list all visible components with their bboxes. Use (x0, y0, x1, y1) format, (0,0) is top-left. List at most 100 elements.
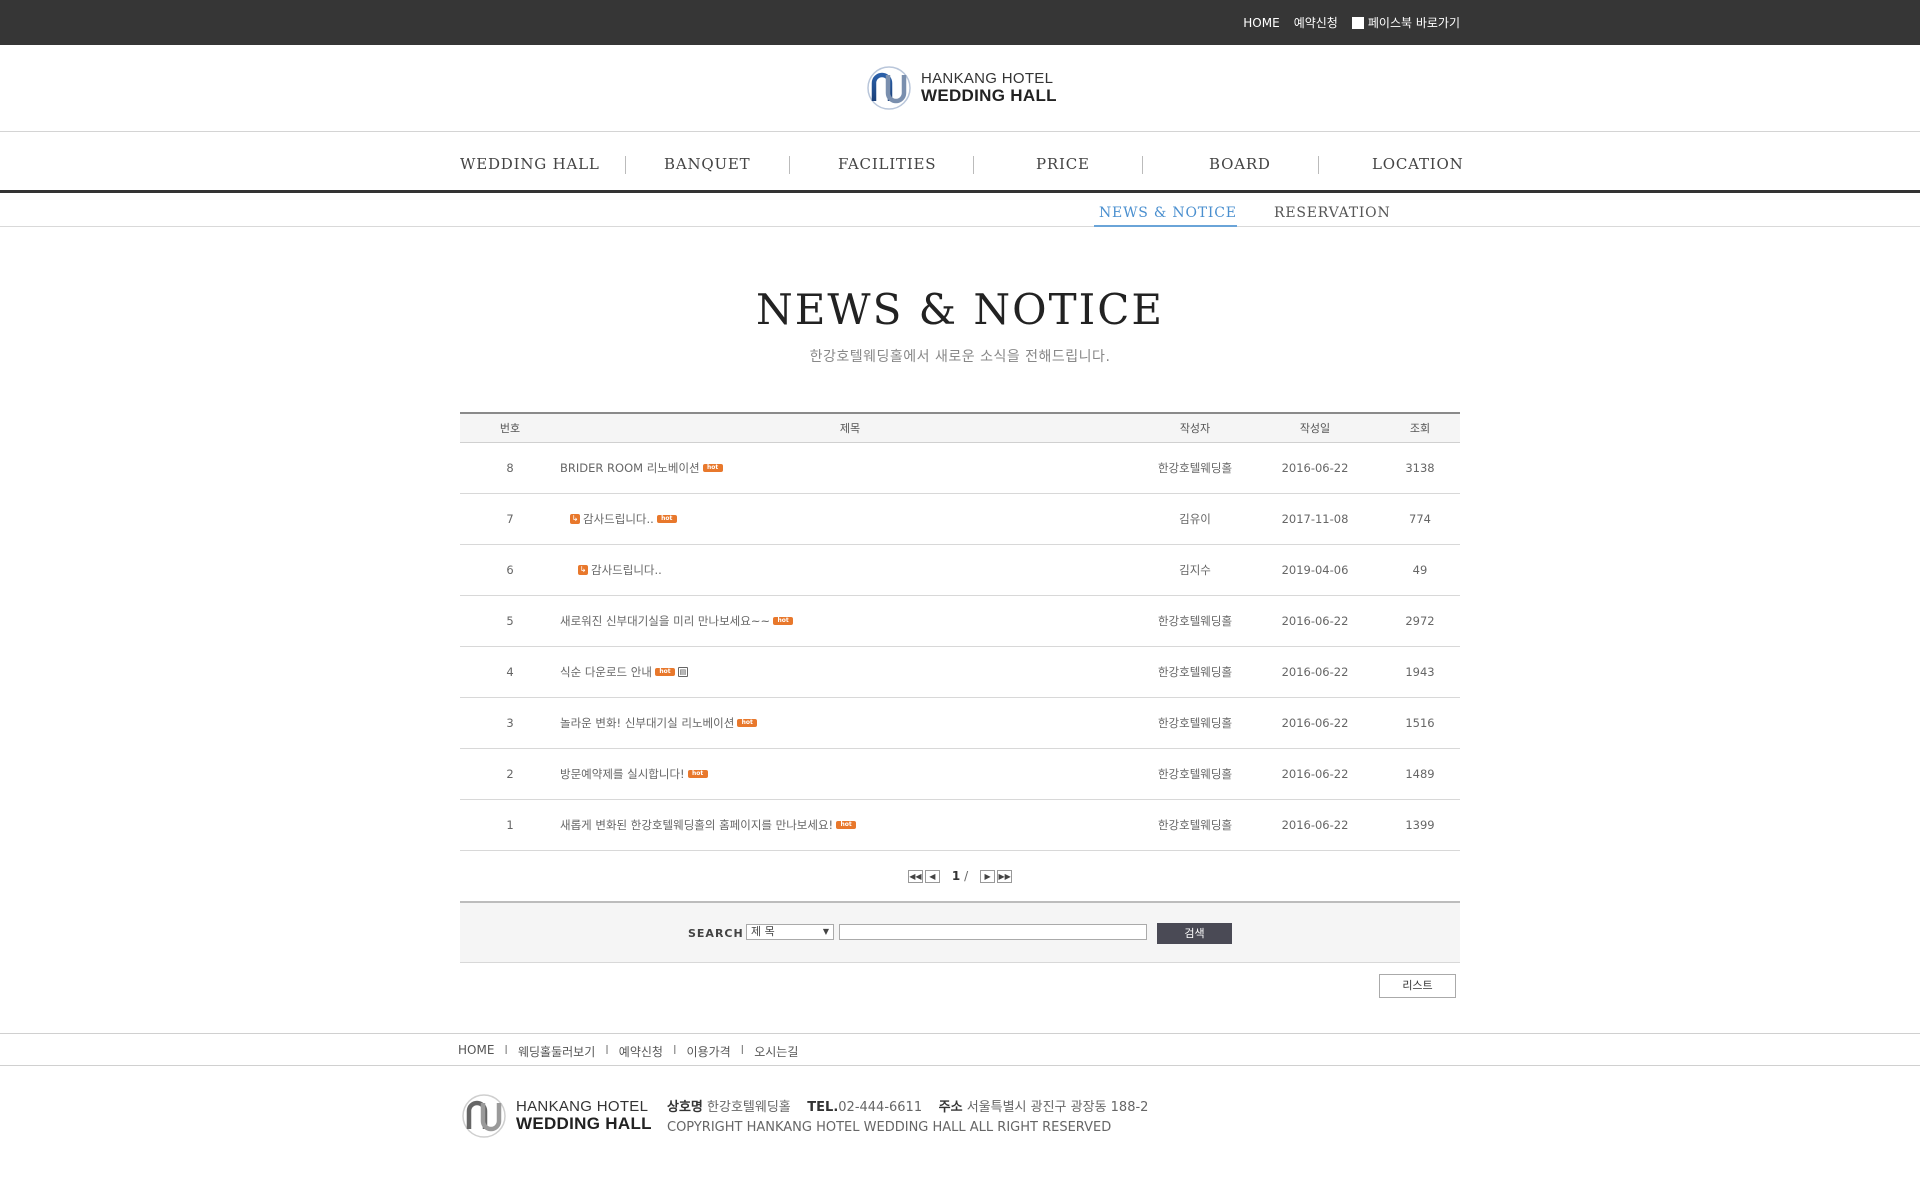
search-field-select[interactable]: 제 목 ▼ (746, 924, 834, 940)
top-home-link[interactable]: HOME (1243, 16, 1279, 30)
row-num: 5 (506, 614, 514, 628)
search-select-value: 제 목 (751, 925, 775, 938)
table-row: 6 ↳ 감사드립니다.. 김지수 2019-04-06 49 (460, 545, 1460, 596)
footer-addr: 서울특별시 광진구 광장동 188-2 (966, 1100, 1149, 1115)
search-input[interactable] (839, 924, 1147, 940)
header-title: 제목 (839, 422, 861, 435)
board-table: 번호 제목 작성자 작성일 조회 8 BRIDER ROOM 리노베이션 hot… (460, 412, 1460, 851)
row-views: 2972 (1405, 614, 1435, 628)
post-title-link[interactable]: BRIDER ROOM 리노베이션 (560, 460, 700, 476)
row-date: 2017-11-08 (1281, 512, 1349, 526)
current-page[interactable]: 1 (952, 869, 960, 883)
row-num: 8 (506, 461, 514, 475)
top-links: HOME 예약신청 f 페이스북 바로가기 (1243, 14, 1460, 31)
nav-divider (973, 156, 974, 174)
nav-board[interactable]: BOARD (1209, 155, 1271, 173)
subnav-reservation[interactable]: RESERVATION (1274, 205, 1391, 221)
facebook-icon: f (1351, 16, 1364, 29)
footer-home-link[interactable]: HOME (458, 1043, 494, 1060)
top-reservation-link[interactable]: 예약신청 (1294, 14, 1338, 31)
list-button[interactable]: 리스트 (1379, 974, 1456, 998)
header-author: 작성자 (1179, 422, 1211, 435)
last-page-icon[interactable]: ▶▶ (997, 869, 1013, 883)
logo-line1: HANKANG HOTEL (921, 70, 1054, 88)
row-num: 6 (506, 563, 514, 577)
chevron-down-icon: ▼ (822, 927, 829, 936)
nav-divider (789, 156, 790, 174)
nav-divider (1142, 156, 1143, 174)
footer-separator: I (740, 1043, 745, 1057)
logo-text: HANKANG HOTEL WEDDING HALL (921, 71, 1057, 105)
post-title-link[interactable]: 방문예약제를 실시합니다! (560, 766, 685, 782)
row-num: 4 (506, 665, 514, 679)
row-num: 2 (506, 767, 514, 781)
top-bar: HOME 예약신청 f 페이스북 바로가기 (0, 0, 1920, 45)
prev-page-icon[interactable]: ◀ (924, 869, 940, 883)
post-title-link[interactable]: 감사드립니다.. (591, 562, 662, 578)
table-row: 3 놀라운 변화! 신부대기실 리노베이션 hot 한강호텔웨딩홀 2016-0… (460, 698, 1460, 749)
footer-location-link[interactable]: 오시는길 (754, 1043, 798, 1060)
search-label: SEARCH (688, 927, 744, 940)
logo-line2: WEDDING HALL (921, 85, 1057, 105)
table-row: 4 식순 다운로드 안내 hot ▤ 한강호텔웨딩홀 2016-06-22 19… (460, 647, 1460, 698)
row-title-cell: 새로워진 신부대기실을 미리 만나보세요~~ hot (560, 613, 1140, 629)
footer-price-link[interactable]: 이용가격 (687, 1043, 731, 1060)
footer-reservation-link[interactable]: 예약신청 (619, 1043, 663, 1060)
row-title-cell: BRIDER ROOM 리노베이션 hot (560, 460, 1140, 476)
footer-separator: I (504, 1043, 508, 1057)
footer-tel: 02-444-6611 (838, 1100, 923, 1115)
row-title-cell: 놀라운 변화! 신부대기실 리노베이션 hot (560, 715, 1140, 731)
post-title-link[interactable]: 감사드립니다.. (583, 511, 654, 527)
nav-divider (1318, 156, 1319, 174)
footer-tour-link[interactable]: 웨딩홀둘러보기 (518, 1043, 595, 1060)
hot-badge: hot (737, 719, 758, 727)
row-author: 한강호텔웨딩홀 (1157, 614, 1233, 628)
facebook-link-label: 페이스북 바로가기 (1367, 16, 1460, 30)
file-icon[interactable]: ▤ (677, 667, 688, 677)
footer-logo-line1: HANKANG HOTEL (516, 1098, 649, 1116)
hot-badge: hot (656, 515, 677, 523)
footer-company: 한강호텔웨딩홀 (707, 1100, 791, 1115)
search-button[interactable]: 검색 (1157, 923, 1232, 944)
footer-company-label: 상호명 (667, 1100, 703, 1115)
logo-icon (867, 66, 911, 110)
row-date: 2016-06-22 (1281, 716, 1349, 730)
row-views: 774 (1409, 512, 1431, 526)
row-views: 1399 (1405, 818, 1435, 832)
first-page-icon[interactable]: ◀◀ (907, 869, 923, 883)
subnav-news-notice[interactable]: NEWS & NOTICE (1099, 205, 1237, 221)
row-author: 한강호텔웨딩홀 (1157, 461, 1233, 475)
post-title-link[interactable]: 식순 다운로드 안내 (560, 664, 652, 680)
row-views: 1943 (1405, 665, 1435, 679)
table-row: 2 방문예약제를 실시합니다! hot 한강호텔웨딩홀 2016-06-22 1… (460, 749, 1460, 800)
sub-nav: NEWS & NOTICE RESERVATION (0, 196, 1920, 227)
table-row: 5 새로워진 신부대기실을 미리 만나보세요~~ hot 한강호텔웨딩홀 201… (460, 596, 1460, 647)
header-date: 작성일 (1299, 422, 1331, 435)
page-separator: / (964, 869, 969, 883)
footer-nav: HOME I 웨딩홀둘러보기 I 예약신청 I 이용가격 I 오시는길 (0, 1033, 1920, 1066)
nav-wedding-hall[interactable]: WEDDING HALL (460, 155, 600, 173)
site-header: HANKANG HOTEL WEDDING HALL (0, 45, 1920, 132)
post-title-link[interactable]: 새롭게 변화된 한강호텔웨딩홀의 홈페이지를 만나보세요! (560, 817, 833, 833)
footer-tel-label: TEL. (807, 1100, 839, 1115)
post-title-link[interactable]: 놀라운 변화! 신부대기실 리노베이션 (560, 715, 734, 731)
table-header: 번호 제목 작성자 작성일 조회 (460, 412, 1460, 443)
hot-badge: hot (702, 464, 723, 472)
nav-facilities[interactable]: FACILITIES (838, 155, 936, 173)
next-page-icon[interactable]: ▶ (980, 869, 996, 883)
footer-contact-line: 상호명 한강호텔웨딩홀 TEL.02-444-6611 주소 서울특별시 광진구… (667, 1098, 1148, 1118)
post-title-link[interactable]: 새로워진 신부대기실을 미리 만나보세요~~ (560, 613, 770, 629)
nav-location[interactable]: LOCATION (1372, 155, 1464, 173)
page-indicator: 1 / (952, 869, 968, 883)
row-date: 2016-06-22 (1281, 665, 1349, 679)
row-date: 2019-04-06 (1281, 563, 1349, 577)
facebook-link[interactable]: f 페이스북 바로가기 (1351, 14, 1460, 31)
site-logo[interactable]: HANKANG HOTEL WEDDING HALL (865, 65, 1057, 111)
row-date: 2016-06-22 (1281, 818, 1349, 832)
nav-banquet[interactable]: BANQUET (664, 155, 750, 173)
nav-price[interactable]: PRICE (1036, 155, 1090, 173)
footer-separator: I (672, 1043, 677, 1057)
row-date: 2016-06-22 (1281, 614, 1349, 628)
row-views: 1489 (1405, 767, 1435, 781)
row-title-cell: 새롭게 변화된 한강호텔웨딩홀의 홈페이지를 만나보세요! hot (560, 817, 1140, 833)
